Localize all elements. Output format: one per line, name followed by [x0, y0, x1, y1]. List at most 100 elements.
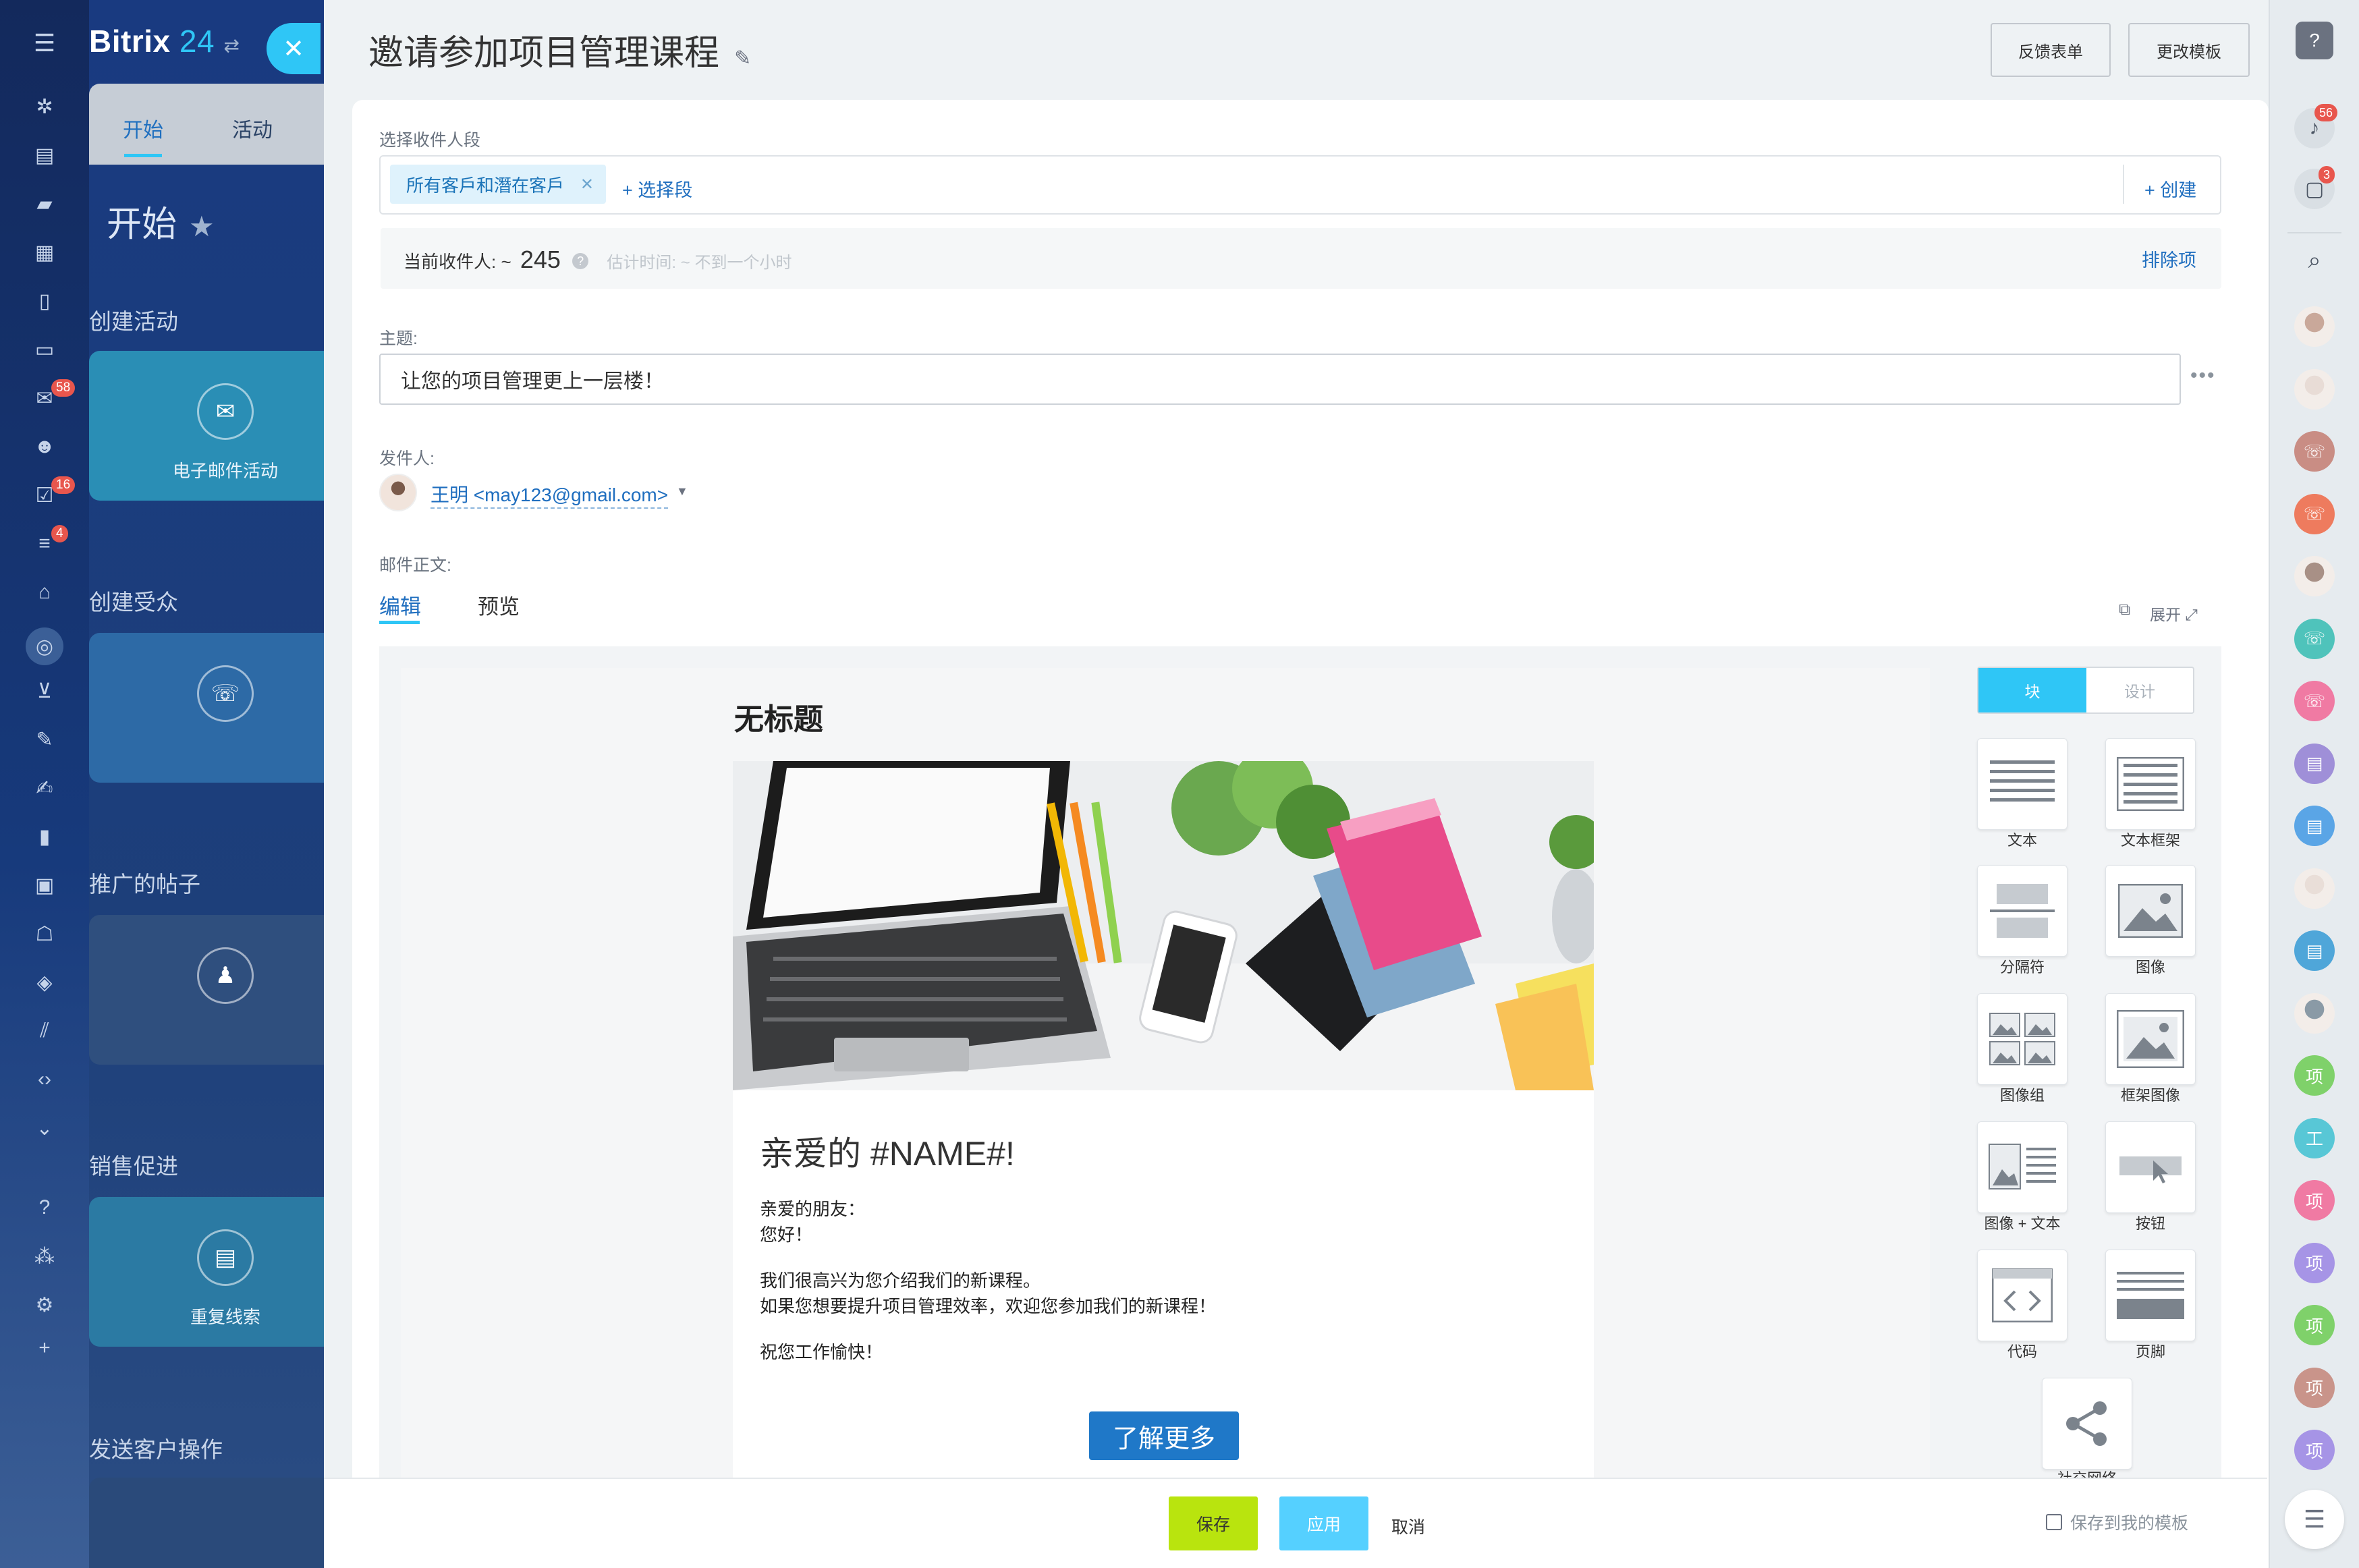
robot-icon[interactable]: ☖ — [31, 920, 58, 947]
star-icon[interactable]: ★ — [189, 211, 215, 242]
cancel-button[interactable]: 取消 — [1391, 1514, 1425, 1538]
id-card-icon[interactable]: ▣ — [31, 872, 58, 899]
customer-action-card[interactable] — [89, 1478, 324, 1568]
contact-avatar[interactable]: 工 — [2294, 1117, 2335, 1158]
segment-chip[interactable]: 所有客戶和潛在客戶 ✕ — [390, 165, 606, 204]
marketing-target-icon[interactable]: ◎ — [26, 627, 63, 665]
contact-avatar[interactable]: 项 — [2294, 1055, 2335, 1096]
block-code[interactable] — [1977, 1250, 2067, 1341]
exclusions-link[interactable]: 排除项 — [2142, 246, 2196, 272]
remove-icon[interactable]: ✕ — [580, 175, 594, 194]
help-icon[interactable]: ? — [2296, 22, 2333, 59]
tab-edit[interactable]: 编辑 — [379, 590, 421, 620]
drive-icon[interactable]: ▭ — [31, 336, 58, 363]
contact-avatar[interactable] — [2294, 868, 2335, 909]
copy-icon[interactable]: ⧉ — [2119, 600, 2130, 619]
apply-button[interactable]: 应用 — [1279, 1496, 1368, 1550]
email-line[interactable]: 您好！ — [760, 1221, 812, 1246]
audience-card[interactable]: ☏ — [89, 633, 324, 783]
help-icon[interactable]: ? — [572, 253, 589, 269]
block-image-text[interactable] — [1977, 1121, 2067, 1213]
more-icon[interactable]: ⌄ — [31, 1115, 58, 1142]
email-line[interactable]: 如果您想要提升项目管理效率，欢迎您参加我们的新课程！ — [760, 1293, 1216, 1318]
block-button[interactable] — [2105, 1121, 2196, 1213]
analytics-icon[interactable]: ▮ — [31, 823, 58, 850]
structure-icon[interactable]: ⁂ — [31, 1243, 58, 1270]
blocks-design-toggle[interactable]: 块 设计 — [1977, 667, 2194, 714]
contacts-icon[interactable]: ☻ — [31, 433, 58, 460]
sites-icon[interactable]: ⫽ — [31, 1017, 58, 1044]
email-greeting[interactable]: 亲爱的 #NAME#! — [760, 1127, 1015, 1175]
contact-avatar[interactable]: 项 — [2294, 1180, 2335, 1221]
chevron-down-icon[interactable]: ▼ — [676, 484, 688, 499]
contact-avatar[interactable] — [2294, 306, 2335, 347]
contact-avatar[interactable]: 项 — [2294, 1305, 2335, 1345]
contact-avatar[interactable]: ☏ — [2294, 681, 2335, 721]
contact-avatar[interactable]: 项 — [2294, 1242, 2335, 1283]
code-icon[interactable]: ‹› — [31, 1066, 58, 1093]
block-divider[interactable] — [1977, 865, 2067, 957]
contact-avatar[interactable]: 项 — [2294, 1367, 2335, 1408]
checkbox[interactable] — [2046, 1514, 2062, 1530]
create-segment-link[interactable]: + 创建 — [2144, 175, 2196, 202]
bank-icon[interactable]: ⌂ — [31, 579, 58, 606]
block-footer[interactable] — [2105, 1250, 2196, 1341]
contact-avatar[interactable] — [2294, 556, 2335, 596]
menu-icon[interactable]: ☰ — [31, 29, 58, 57]
block-framed-image[interactable] — [2105, 993, 2196, 1085]
contact-avatar[interactable]: ▤ — [2294, 743, 2335, 784]
email-line[interactable]: 我们很高兴为您介绍我们的新课程。 — [760, 1267, 1040, 1292]
document-icon[interactable]: ▯ — [31, 287, 58, 314]
select-segment-link[interactable]: + 选择段 — [622, 175, 692, 202]
activity-stream-icon[interactable]: ✲ — [31, 93, 58, 120]
block-text-frame[interactable] — [2105, 738, 2196, 830]
email-campaign-card[interactable]: ✉ 电子邮件活动 — [89, 351, 324, 501]
contact-avatar[interactable]: ☏ — [2294, 618, 2335, 659]
chat-icon[interactable]: ▰ — [31, 190, 58, 217]
block-text[interactable] — [1977, 738, 2067, 830]
email-hero-image[interactable] — [733, 761, 1594, 1090]
help-icon[interactable]: ? — [31, 1194, 58, 1221]
change-template-button[interactable]: 更改模板 — [2128, 23, 2250, 77]
expand-button[interactable]: 展开 ⤢ — [2150, 602, 2198, 625]
contact-avatar[interactable] — [2294, 992, 2335, 1034]
feed-icon[interactable]: ▤ — [31, 142, 58, 169]
contact-avatar[interactable]: ▤ — [2294, 930, 2335, 971]
feedback-form-button[interactable]: 反馈表单 — [1991, 23, 2111, 77]
save-to-my-templates[interactable]: 保存到我的模板 — [2046, 1510, 2188, 1534]
tab-activities[interactable]: 活动 — [232, 113, 273, 143]
search-icon[interactable]: ⌕ — [2294, 240, 2335, 281]
cart-icon[interactable]: ⊻ — [31, 677, 58, 704]
settings-gear-icon[interactable]: ⚙ — [31, 1291, 58, 1318]
block-social[interactable] — [2042, 1378, 2132, 1469]
contact-avatar[interactable]: ☏ — [2294, 431, 2335, 472]
add-icon[interactable]: + — [31, 1335, 58, 1362]
repeat-lead-card[interactable]: ▤ 重复线索 — [89, 1197, 324, 1347]
block-image-group[interactable] — [1977, 993, 2067, 1085]
contact-avatar[interactable]: 项 — [2294, 1430, 2335, 1470]
subject-input[interactable]: 让您的项目管理更上一层楼！ — [379, 354, 2181, 405]
tab-blocks[interactable]: 块 — [1978, 668, 2086, 712]
contact-avatar[interactable]: ▤ — [2294, 806, 2335, 846]
close-slider-button[interactable]: ✕ — [267, 23, 321, 74]
promoted-post-card[interactable]: ♟ — [89, 915, 324, 1065]
calendar-icon[interactable]: ▦ — [31, 239, 58, 266]
tab-start[interactable]: 开始 — [123, 113, 163, 143]
tab-design[interactable]: 设计 — [2086, 668, 2193, 712]
pencil-icon[interactable]: ✎ — [734, 47, 751, 69]
email-line[interactable]: 祝您工作愉快！ — [760, 1339, 883, 1364]
menu-list-icon[interactable]: ☰ — [2285, 1490, 2344, 1549]
block-image[interactable] — [2105, 865, 2196, 957]
contact-avatar[interactable] — [2294, 368, 2335, 410]
edit-form-icon[interactable]: ✎ — [31, 726, 58, 753]
signature-icon[interactable]: ✍ — [31, 775, 58, 802]
more-options-icon[interactable]: ••• — [2190, 364, 2216, 387]
contact-avatar[interactable]: ☏ — [2294, 493, 2335, 534]
email-line[interactable]: 亲爱的朋友： — [760, 1196, 865, 1221]
box-icon[interactable]: ◈ — [31, 969, 58, 996]
save-button[interactable]: 保存 — [1169, 1496, 1258, 1550]
email-title[interactable]: 无标题 — [734, 695, 823, 738]
learn-more-button[interactable]: 了解更多 — [1089, 1411, 1239, 1460]
sender-select[interactable]: 王明 <may123@gmail.com> — [431, 480, 669, 509]
tab-preview[interactable]: 预览 — [478, 590, 520, 620]
